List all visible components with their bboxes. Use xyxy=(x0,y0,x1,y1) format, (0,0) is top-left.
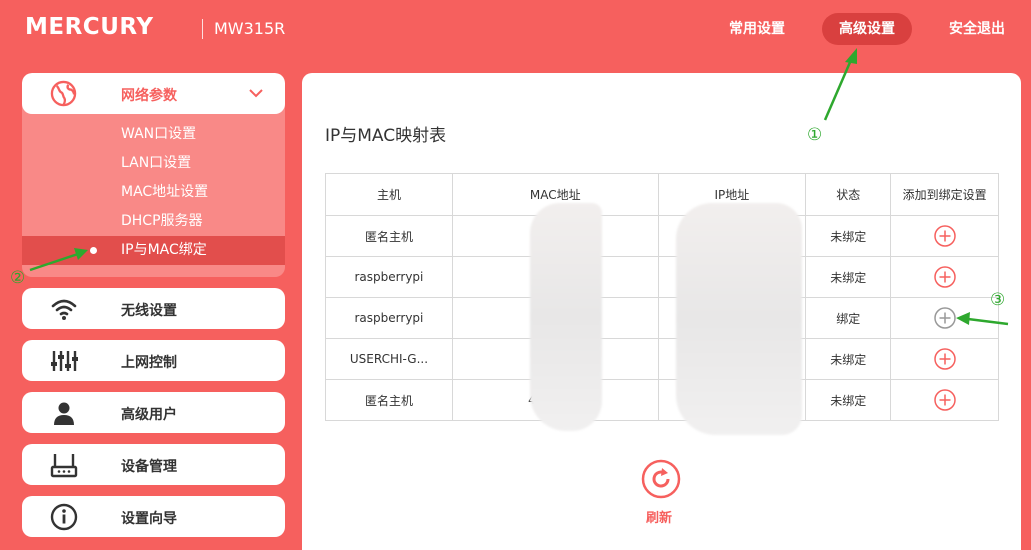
add-binding-cell xyxy=(890,297,999,339)
sidebar-item-advanced-user[interactable]: 高级用户 xyxy=(22,392,285,433)
host-cell: raspberrypi xyxy=(325,256,453,298)
table-row: 匿名主机40-B4 72未绑定 xyxy=(325,379,999,421)
add-binding-cell xyxy=(890,215,999,257)
sidebar-item-label: 高级用户 xyxy=(121,407,177,423)
user-icon xyxy=(54,402,74,425)
sidebar-item-mac[interactable]: MAC地址设置 xyxy=(22,178,285,207)
info-icon xyxy=(50,503,78,531)
host-cell: USERCHI-G... xyxy=(325,338,453,380)
column-header-status: 状态 xyxy=(805,173,892,216)
table-header-row: 主机 MAC地址 IP地址 状态 添加到绑定设置 xyxy=(325,173,999,216)
annotation-1: ① xyxy=(807,125,823,145)
chevron-down-icon[interactable] xyxy=(248,85,264,101)
redaction-blur xyxy=(530,203,602,431)
column-header-host: 主机 xyxy=(325,173,453,216)
status-cell: 未绑定 xyxy=(805,256,892,298)
sidebar-item-label: 无线设置 xyxy=(121,303,177,319)
redaction-blur xyxy=(676,203,802,435)
sidebar-item-wireless[interactable]: 无线设置 xyxy=(22,288,285,329)
host-cell: 匿名主机 xyxy=(325,379,453,421)
active-dot xyxy=(90,247,97,254)
annotation-2: ② xyxy=(10,268,26,288)
sidebar-item-ip-mac-binding[interactable]: IP与MAC绑定 xyxy=(22,236,285,265)
page-title: IP与MAC映射表 xyxy=(325,126,447,146)
nav-advanced-settings[interactable]: 高级设置 xyxy=(822,13,912,45)
model-name: MW315R xyxy=(214,19,286,38)
table-row: 匿名主机74-1 01未绑定 xyxy=(325,215,999,257)
status-cell: 未绑定 xyxy=(805,379,892,421)
ip-mac-table: 主机 MAC地址 IP地址 状态 添加到绑定设置 匿名主机74-1 01未绑定r… xyxy=(325,173,999,421)
sidebar-item-lan[interactable]: LAN口设置 xyxy=(22,149,285,178)
sidebar-item-label: IP与MAC绑定 xyxy=(121,242,207,258)
nav-common-settings[interactable]: 常用设置 xyxy=(718,13,796,45)
add-circle-icon[interactable] xyxy=(933,348,956,370)
table-row: raspberrypiB8- E绑定 xyxy=(325,297,999,339)
host-cell: 匿名主机 xyxy=(325,215,453,257)
main-panel: IP与MAC映射表 主机 MAC地址 IP地址 状态 添加到绑定设置 匿名主机7… xyxy=(302,73,1021,550)
sidebar-item-label: 设备管理 xyxy=(121,459,177,475)
sidebar-item-dhcp[interactable]: DHCP服务器 xyxy=(22,207,285,236)
sidebar-item-access-control[interactable]: 上网控制 xyxy=(22,340,285,381)
annotation-3: ③ xyxy=(990,290,1006,310)
arrow-head xyxy=(845,48,857,64)
brand-logo: MERCURY xyxy=(25,14,154,40)
status-cell: 未绑定 xyxy=(805,215,892,257)
status-cell: 绑定 xyxy=(805,297,892,339)
sidebar-item-label: 设置向导 xyxy=(121,511,177,527)
add-circle-icon[interactable] xyxy=(933,389,956,411)
add-circle-icon[interactable] xyxy=(933,266,956,288)
router-icon xyxy=(50,454,78,478)
sidebar-item-label: 上网控制 xyxy=(121,355,177,371)
table-row: USERCHI-G...B8-E C未绑定 xyxy=(325,338,999,380)
sidebar-group-network: 网络参数 WAN口设置 LAN口设置 MAC地址设置 DHCP服务器 IP与MA… xyxy=(22,73,285,277)
table-row: raspberrypiB8- E未绑定 xyxy=(325,256,999,298)
globe-icon xyxy=(50,80,77,107)
refresh-button-label[interactable]: 刷新 xyxy=(646,507,672,526)
host-cell: raspberrypi xyxy=(325,297,453,339)
nav-logout[interactable]: 安全退出 xyxy=(938,13,1016,45)
sidebar-item-device-management[interactable]: 设备管理 xyxy=(22,444,285,485)
wifi-icon xyxy=(51,299,77,320)
add-binding-cell xyxy=(890,379,999,421)
sidebar-group-label: 网络参数 xyxy=(121,88,177,104)
sliders-icon xyxy=(51,351,78,371)
add-circle-icon[interactable] xyxy=(933,225,956,247)
sidebar-item-wan[interactable]: WAN口设置 xyxy=(22,120,285,149)
column-header-add-binding: 添加到绑定设置 xyxy=(890,173,999,216)
add-circle-icon[interactable] xyxy=(933,307,956,329)
add-binding-cell xyxy=(890,338,999,380)
add-binding-cell xyxy=(890,256,999,298)
refresh-icon[interactable] xyxy=(641,459,681,499)
sidebar-item-network-params[interactable]: 网络参数 xyxy=(22,73,285,114)
status-cell: 未绑定 xyxy=(805,338,892,380)
sidebar-item-setup-wizard[interactable]: 设置向导 xyxy=(22,496,285,537)
logo-divider xyxy=(202,19,203,39)
